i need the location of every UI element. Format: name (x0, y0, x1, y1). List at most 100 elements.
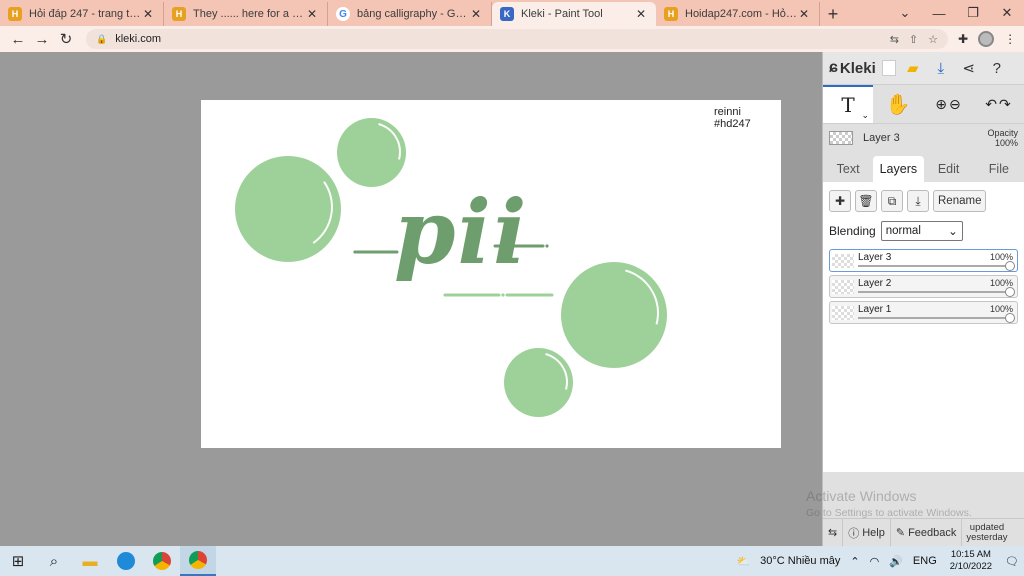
activate-windows-watermark: Activate Windows Go to Settings to activ… (806, 488, 972, 519)
duplicate-layer-button[interactable]: ⧉ (881, 190, 903, 212)
browser-tab-5[interactable]: H Hoidap247.com - Hỏi đáp on ✕ (656, 2, 820, 26)
calligraphy-text: pii (394, 180, 529, 284)
merge-layer-button[interactable]: ⤓ (907, 190, 929, 212)
menu-icon[interactable]: ⋮ (1004, 32, 1016, 46)
hoidap-icon: H (8, 7, 22, 21)
windows-start-icon[interactable]: ⊞ (0, 546, 36, 576)
blending-select[interactable]: normal ⌄ (880, 221, 963, 241)
kleki-logo[interactable]: ɕ Kleki (829, 59, 876, 77)
opacity-slider[interactable] (858, 265, 1009, 267)
notification-icon[interactable]: 🗨 (1000, 555, 1024, 568)
open-folder-icon[interactable]: ▰ (902, 57, 924, 79)
clock[interactable]: 10:15 AM 2/10/2022 (942, 549, 1000, 573)
zoom-out-icon[interactable]: ⊖ (949, 96, 961, 113)
minimize-icon[interactable]: — (922, 0, 956, 26)
close-tab-icon[interactable]: ✕ (634, 7, 648, 21)
volume-icon[interactable]: 🔊 (884, 555, 908, 568)
blending-value: normal (885, 225, 921, 237)
language-indicator[interactable]: ENG (908, 555, 942, 567)
download-icon[interactable]: ⤓ (930, 57, 952, 79)
bookmark-star-icon[interactable]: ☆ (928, 33, 938, 46)
browser-tab-4[interactable]: K Kleki - Paint Tool ✕ (492, 2, 656, 26)
weather-icon[interactable]: ⛅ (731, 555, 755, 568)
tab-layers[interactable]: Layers (873, 156, 924, 182)
close-tab-icon[interactable]: ✕ (469, 7, 483, 21)
file-explorer-icon[interactable]: ▬ (72, 546, 108, 576)
current-layer-bar: Layer 3 Opacity 100% (823, 124, 1024, 152)
signature-name: reinni (714, 106, 741, 118)
edge-icon[interactable] (108, 546, 144, 576)
forward-icon[interactable]: → (30, 31, 54, 48)
zoom-in-icon[interactable]: ⊕ (935, 96, 947, 113)
share-icon[interactable]: ⋖ (958, 57, 980, 79)
layer-item-2[interactable]: Layer 2 100% (829, 275, 1018, 298)
browser-toolbar: ← → ↻ 🔒 kleki.com ⇆ ⇧ ☆ ✚ ⋮ (0, 26, 1024, 52)
watermark-subtitle: Go to Settings to activate Windows. (806, 507, 972, 519)
kleki-icon: K (500, 7, 514, 21)
clock-date: 2/10/2022 (949, 561, 993, 572)
text-tool-button[interactable]: T ⌄ (823, 85, 873, 123)
opacity-slider[interactable] (858, 291, 1009, 293)
close-window-icon[interactable]: ✕ (990, 0, 1024, 26)
rename-button[interactable]: Rename (933, 190, 987, 212)
new-image-icon[interactable] (881, 60, 896, 76)
back-icon[interactable]: ← (6, 31, 30, 48)
new-tab-button[interactable]: + (820, 2, 846, 26)
tab-text[interactable]: Text (823, 156, 873, 182)
swap-side-button[interactable]: ⇆ (823, 518, 844, 547)
artist-signature: reinni #hd247 (714, 106, 751, 130)
layer-item-1[interactable]: Layer 1 100% (829, 301, 1018, 324)
reload-icon[interactable]: ↻ (54, 30, 78, 48)
search-icon[interactable]: ⌕ (36, 546, 72, 576)
browser-tab-3[interactable]: G bảng calligraphy - Google Tìm ✕ (328, 2, 492, 26)
chevron-down-icon: ⌄ (948, 226, 958, 238)
help-circle-icon[interactable]: ? (986, 57, 1008, 79)
help-button[interactable]: ⓘ Help (843, 518, 891, 547)
layer-name: Layer 3 (858, 252, 892, 263)
kleki-workspace[interactable]: pii reinni #hd247 (0, 52, 822, 546)
chevron-down-icon[interactable]: ⌄ (861, 110, 869, 121)
tab-search-icon[interactable]: ⌄ (888, 0, 922, 26)
close-tab-icon[interactable]: ✕ (141, 7, 155, 21)
kleki-panel: ɕ Kleki ▰ ⤓ ⋖ ? T ⌄ ✋ ⊕ ⊖ ↶ ↷ Layer 3 Opa… (822, 52, 1024, 547)
browser-tab-2[interactable]: H They ...... here for a long time ✕ (164, 2, 328, 26)
opacity-slider-knob[interactable] (1005, 287, 1015, 297)
redo-icon[interactable]: ↷ (999, 96, 1011, 113)
opacity-slider-knob[interactable] (1005, 261, 1015, 271)
layer-thumbnail (829, 131, 853, 145)
share-page-icon[interactable]: ⇧ (909, 33, 918, 46)
browser-tab-1[interactable]: H Hỏi đáp 247 - trang tra loi ✕ (0, 2, 164, 26)
weather-text[interactable]: 30°C Nhiều mây (755, 555, 845, 567)
swap-icon: ⇆ (828, 527, 838, 539)
address-bar[interactable]: 🔒 kleki.com ⇆ ⇧ ☆ (86, 29, 948, 49)
undo-redo-buttons: ↶ ↷ (973, 85, 1023, 123)
chrome-icon[interactable] (144, 546, 180, 576)
chevron-up-icon[interactable]: ⌃ (845, 555, 864, 568)
google-icon: G (336, 7, 350, 21)
hoidap-icon: H (664, 7, 678, 21)
close-tab-icon[interactable]: ✕ (305, 7, 319, 21)
profile-avatar[interactable] (978, 31, 995, 47)
drawing-canvas[interactable]: pii reinni #hd247 (201, 100, 781, 448)
tab-file[interactable]: File (974, 156, 1024, 182)
duplicate-icon: ⧉ (887, 193, 897, 208)
tab-edit[interactable]: Edit (924, 156, 974, 182)
opacity-slider-knob[interactable] (1005, 313, 1015, 323)
translate-icon[interactable]: ⇆ (890, 33, 899, 46)
kleki-logo-icon: ɕ (829, 59, 838, 76)
feedback-button[interactable]: ✎ Feedback (891, 518, 963, 547)
restore-icon[interactable]: ❐ (956, 0, 990, 26)
delete-layer-button[interactable]: 🗑 (855, 190, 877, 212)
extensions-icon[interactable]: ✚ (958, 32, 968, 46)
add-layer-button[interactable]: ✚ (829, 190, 851, 212)
hand-tool-button[interactable]: ✋ (873, 85, 923, 123)
layer-item-3[interactable]: Layer 3 100% (829, 249, 1018, 272)
chrome-active-icon[interactable] (180, 546, 216, 576)
plus-icon: ✚ (834, 194, 846, 208)
undo-icon[interactable]: ↶ (985, 96, 997, 113)
layer-thumbnail (832, 280, 854, 294)
close-tab-icon[interactable]: ✕ (797, 7, 811, 21)
url-text: kleki.com (115, 33, 162, 45)
opacity-slider[interactable] (858, 317, 1009, 319)
wifi-icon[interactable]: ◠ (865, 555, 885, 568)
